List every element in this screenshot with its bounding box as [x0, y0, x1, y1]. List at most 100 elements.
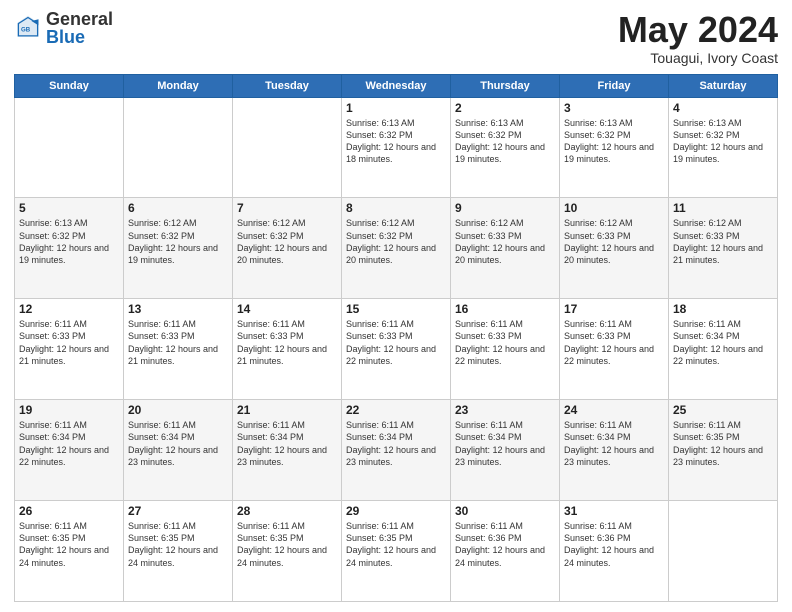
table-row: 17 Sunrise: 6:11 AM Sunset: 6:33 PM Dayli… — [560, 299, 669, 400]
day-info: Sunrise: 6:11 AM Sunset: 6:33 PM Dayligh… — [455, 318, 555, 367]
day-number: 4 — [673, 101, 773, 115]
table-row: 12Sunrise: 6:11 AM Sunset: 6:33 PM Dayli… — [15, 299, 124, 400]
logo-general: General — [46, 10, 113, 28]
table-row: 23Sunrise: 6:11 AM Sunset: 6:34 PM Dayli… — [451, 400, 560, 501]
day-number: 14 — [237, 302, 337, 316]
calendar-week-row: 12Sunrise: 6:11 AM Sunset: 6:33 PM Dayli… — [15, 299, 778, 400]
calendar-week-row: 26 Sunrise: 6:11 AM Sunset: 6:35 PM Dayli… — [15, 501, 778, 602]
table-row — [233, 97, 342, 198]
table-row: 19 Sunrise: 6:11 AM Sunset: 6:34 PM Dayli… — [15, 400, 124, 501]
day-info: Sunrise: 6:13 AM Sunset: 6:32 PM Dayligh… — [673, 117, 773, 166]
logo: GB General Blue — [14, 10, 113, 46]
day-info: Sunrise: 6:12 AM Sunset: 6:33 PM Dayligh… — [673, 217, 773, 266]
day-number: 7 — [237, 201, 337, 215]
day-number: 1 — [346, 101, 446, 115]
table-row: 29 Sunrise: 6:11 AM Sunset: 6:35 PM Dayli… — [342, 501, 451, 602]
table-row: 25Sunrise: 6:11 AM Sunset: 6:35 PM Dayli… — [669, 400, 778, 501]
day-info: Sunrise: 6:12 AM Sunset: 6:32 PM Dayligh… — [346, 217, 446, 266]
day-number: 10 — [564, 201, 664, 215]
day-info: Sunrise: 6:11 AM Sunset: 6:35 PM Dayligh… — [673, 419, 773, 468]
table-row: 11 Sunrise: 6:12 AM Sunset: 6:33 PM Dayli… — [669, 198, 778, 299]
col-saturday: Saturday — [669, 74, 778, 97]
table-row: 22Sunrise: 6:11 AM Sunset: 6:34 PM Dayli… — [342, 400, 451, 501]
day-number: 18 — [673, 302, 773, 316]
table-row: 4 Sunrise: 6:13 AM Sunset: 6:32 PM Daylig… — [669, 97, 778, 198]
day-number: 21 — [237, 403, 337, 417]
page: GB General Blue May 2024 Touagui, Ivory … — [0, 0, 792, 612]
table-row: 26 Sunrise: 6:11 AM Sunset: 6:35 PM Dayli… — [15, 501, 124, 602]
day-info: Sunrise: 6:11 AM Sunset: 6:34 PM Dayligh… — [128, 419, 228, 468]
day-info: Sunrise: 6:13 AM Sunset: 6:32 PM Dayligh… — [19, 217, 119, 266]
table-row: 24 Sunrise: 6:11 AM Sunset: 6:34 PM Dayli… — [560, 400, 669, 501]
day-number: 6 — [128, 201, 228, 215]
table-row: 15 Sunrise: 6:11 AM Sunset: 6:33 PM Dayli… — [342, 299, 451, 400]
day-number: 23 — [455, 403, 555, 417]
table-row — [669, 501, 778, 602]
day-number: 11 — [673, 201, 773, 215]
logo-text: General Blue — [46, 10, 113, 46]
day-number: 8 — [346, 201, 446, 215]
day-info: Sunrise: 6:11 AM Sunset: 6:36 PM Dayligh… — [564, 520, 664, 569]
day-info: Sunrise: 6:11 AM Sunset: 6:34 PM Dayligh… — [237, 419, 337, 468]
table-row: 9Sunrise: 6:12 AM Sunset: 6:33 PM Daylig… — [451, 198, 560, 299]
day-info: Sunrise: 6:12 AM Sunset: 6:32 PM Dayligh… — [237, 217, 337, 266]
day-number: 24 — [564, 403, 664, 417]
day-info: Sunrise: 6:11 AM Sunset: 6:34 PM Dayligh… — [673, 318, 773, 367]
table-row: 14 Sunrise: 6:11 AM Sunset: 6:33 PM Dayli… — [233, 299, 342, 400]
day-info: Sunrise: 6:11 AM Sunset: 6:34 PM Dayligh… — [564, 419, 664, 468]
svg-text:GB: GB — [21, 27, 31, 34]
logo-blue: Blue — [46, 28, 113, 46]
day-info: Sunrise: 6:11 AM Sunset: 6:35 PM Dayligh… — [346, 520, 446, 569]
table-row: 3Sunrise: 6:13 AM Sunset: 6:32 PM Daylig… — [560, 97, 669, 198]
day-info: Sunrise: 6:13 AM Sunset: 6:32 PM Dayligh… — [346, 117, 446, 166]
day-info: Sunrise: 6:11 AM Sunset: 6:35 PM Dayligh… — [128, 520, 228, 569]
day-info: Sunrise: 6:11 AM Sunset: 6:33 PM Dayligh… — [19, 318, 119, 367]
table-row: 20Sunrise: 6:11 AM Sunset: 6:34 PM Dayli… — [124, 400, 233, 501]
col-sunday: Sunday — [15, 74, 124, 97]
day-info: Sunrise: 6:11 AM Sunset: 6:33 PM Dayligh… — [346, 318, 446, 367]
table-row: 2Sunrise: 6:13 AM Sunset: 6:32 PM Daylig… — [451, 97, 560, 198]
day-number: 28 — [237, 504, 337, 518]
col-monday: Monday — [124, 74, 233, 97]
header: GB General Blue May 2024 Touagui, Ivory … — [14, 10, 778, 66]
table-row: 13 Sunrise: 6:11 AM Sunset: 6:33 PM Dayli… — [124, 299, 233, 400]
day-info: Sunrise: 6:12 AM Sunset: 6:33 PM Dayligh… — [455, 217, 555, 266]
table-row — [124, 97, 233, 198]
day-number: 17 — [564, 302, 664, 316]
table-row: 28Sunrise: 6:11 AM Sunset: 6:35 PM Dayli… — [233, 501, 342, 602]
calendar-week-row: 19 Sunrise: 6:11 AM Sunset: 6:34 PM Dayli… — [15, 400, 778, 501]
day-number: 29 — [346, 504, 446, 518]
table-row: 30Sunrise: 6:11 AM Sunset: 6:36 PM Dayli… — [451, 501, 560, 602]
day-number: 16 — [455, 302, 555, 316]
day-info: Sunrise: 6:11 AM Sunset: 6:33 PM Dayligh… — [237, 318, 337, 367]
table-row: 1 Sunrise: 6:13 AM Sunset: 6:32 PM Daylig… — [342, 97, 451, 198]
day-info: Sunrise: 6:11 AM Sunset: 6:34 PM Dayligh… — [346, 419, 446, 468]
day-info: Sunrise: 6:11 AM Sunset: 6:36 PM Dayligh… — [455, 520, 555, 569]
day-info: Sunrise: 6:12 AM Sunset: 6:33 PM Dayligh… — [564, 217, 664, 266]
title-block: May 2024 Touagui, Ivory Coast — [618, 10, 778, 66]
day-number: 15 — [346, 302, 446, 316]
day-info: Sunrise: 6:11 AM Sunset: 6:34 PM Dayligh… — [19, 419, 119, 468]
day-number: 26 — [19, 504, 119, 518]
day-number: 27 — [128, 504, 228, 518]
table-row: 7 Sunrise: 6:12 AM Sunset: 6:32 PM Daylig… — [233, 198, 342, 299]
day-info: Sunrise: 6:13 AM Sunset: 6:32 PM Dayligh… — [455, 117, 555, 166]
day-info: Sunrise: 6:11 AM Sunset: 6:33 PM Dayligh… — [564, 318, 664, 367]
day-info: Sunrise: 6:11 AM Sunset: 6:33 PM Dayligh… — [128, 318, 228, 367]
calendar-week-row: 5 Sunrise: 6:13 AM Sunset: 6:32 PM Daylig… — [15, 198, 778, 299]
calendar-header-row: Sunday Monday Tuesday Wednesday Thursday… — [15, 74, 778, 97]
col-wednesday: Wednesday — [342, 74, 451, 97]
table-row: 5 Sunrise: 6:13 AM Sunset: 6:32 PM Daylig… — [15, 198, 124, 299]
table-row: 16 Sunrise: 6:11 AM Sunset: 6:33 PM Dayli… — [451, 299, 560, 400]
col-friday: Friday — [560, 74, 669, 97]
table-row: 21 Sunrise: 6:11 AM Sunset: 6:34 PM Dayli… — [233, 400, 342, 501]
col-tuesday: Tuesday — [233, 74, 342, 97]
day-info: Sunrise: 6:11 AM Sunset: 6:35 PM Dayligh… — [19, 520, 119, 569]
day-number: 3 — [564, 101, 664, 115]
day-number: 31 — [564, 504, 664, 518]
day-number: 13 — [128, 302, 228, 316]
day-number: 19 — [19, 403, 119, 417]
day-number: 5 — [19, 201, 119, 215]
col-thursday: Thursday — [451, 74, 560, 97]
table-row: 18 Sunrise: 6:11 AM Sunset: 6:34 PM Dayli… — [669, 299, 778, 400]
